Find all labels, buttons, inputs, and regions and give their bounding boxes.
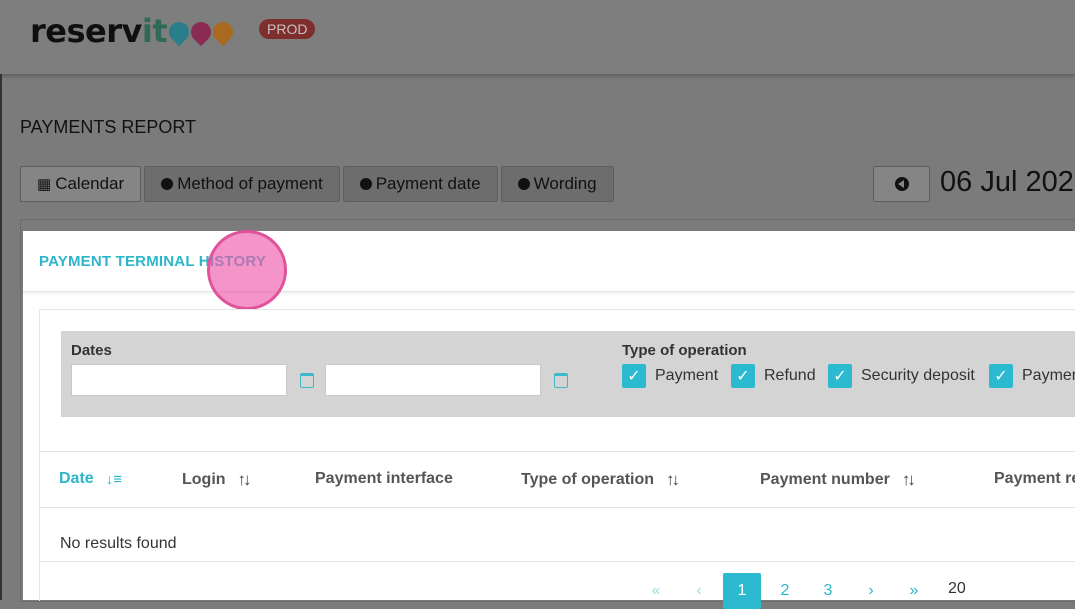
next-page-button[interactable]: › — [852, 573, 890, 609]
tab-label: Payment date — [375, 174, 481, 193]
table-header: Date ↓≡ Login ↑↓ Payment interface Type of… — [40, 451, 1075, 508]
tab-label: Wording — [533, 174, 597, 193]
filters-panel: Dates Type of operation ✓ Payment ✓ Refu… — [61, 331, 1075, 417]
page-1-button[interactable]: 1 — [723, 573, 761, 609]
tab-method-of-payment[interactable]: Method of payment — [144, 166, 340, 202]
checkbox-label: Refund — [764, 367, 816, 384]
checkbox-payment-other[interactable]: ✓ Paymer — [989, 364, 1075, 388]
last-page-button[interactable]: » — [895, 573, 933, 609]
checkbox-label: Security deposit — [861, 367, 975, 384]
checkbox-label: Paymer — [1022, 367, 1075, 384]
modal-body: Dates Type of operation ✓ Payment ✓ Refu… — [39, 309, 1075, 609]
reservit-logo[interactable]: reservit — [30, 12, 238, 50]
calendar-icon[interactable] — [300, 373, 314, 388]
column-payment-number[interactable]: Payment number ↑↓ — [760, 470, 916, 490]
sort-icon[interactable]: ↑↓ — [902, 470, 916, 490]
payment-terminal-history-modal: PAYMENT TERMINAL HISTORY Dates Type of o… — [23, 230, 1075, 609]
logo-pins-icon — [164, 17, 238, 47]
chevron-down-circle-icon — [161, 178, 174, 190]
app-header: reservit PROD — [0, 0, 1075, 74]
left-edge — [0, 74, 2, 600]
sort-icon[interactable]: ↑↓ — [238, 470, 252, 490]
calendar-icon[interactable] — [554, 373, 568, 388]
column-type-of-operation[interactable]: Type of operation ↑↓ — [521, 470, 680, 490]
modal-header: PAYMENT TERMINAL HISTORY — [23, 230, 1075, 310]
tab-label: Calendar — [55, 174, 125, 193]
chevron-down-circle-icon — [517, 178, 530, 190]
report-tabs: ▦ Calendar Method of payment Payment dat… — [20, 166, 614, 202]
sort-desc-icon[interactable]: ↓≡ — [106, 471, 122, 488]
checkmark-icon: ✓ — [622, 364, 646, 388]
first-page-button[interactable]: « — [637, 573, 675, 609]
checkmark-icon: ✓ — [731, 364, 755, 388]
click-highlight — [207, 230, 287, 310]
checkbox-refund[interactable]: ✓ Refund — [731, 364, 816, 388]
prev-date-button[interactable] — [873, 166, 930, 202]
type-of-operation-label: Type of operation — [622, 342, 747, 359]
checkmark-icon: ✓ — [989, 364, 1013, 388]
page-2-button[interactable]: 2 — [766, 573, 804, 609]
tab-wording[interactable]: Wording — [500, 166, 614, 202]
checkmark-icon: ✓ — [828, 364, 852, 388]
checkbox-security-deposit[interactable]: ✓ Security deposit — [828, 364, 975, 388]
logo-text: reservit — [30, 12, 168, 50]
env-badge: PROD — [259, 19, 316, 39]
divider — [40, 561, 1075, 562]
pagination: « ‹ 1 2 3 › » — [637, 573, 938, 609]
tab-payment-date[interactable]: Payment date — [342, 166, 498, 202]
empty-table-message: No results found — [60, 535, 177, 552]
page-3-button[interactable]: 3 — [809, 573, 847, 609]
column-payment-interface: Payment interface — [315, 470, 453, 487]
tab-calendar[interactable]: ▦ Calendar — [20, 166, 142, 202]
dates-label: Dates — [71, 342, 112, 359]
sort-icon[interactable]: ↑↓ — [666, 470, 680, 490]
date-from-input[interactable] — [71, 364, 287, 396]
page-title: PAYMENTS REPORT — [20, 117, 197, 137]
date-to-input[interactable] — [325, 364, 541, 396]
column-date[interactable]: Date ↓≡ — [59, 470, 122, 488]
tab-label: Method of payment — [177, 174, 323, 193]
column-login[interactable]: Login ↑↓ — [182, 470, 252, 490]
chevron-down-circle-icon — [359, 178, 372, 190]
prev-page-button[interactable]: ‹ — [680, 573, 718, 609]
chevron-left-circle-icon — [894, 177, 909, 191]
checkbox-payment[interactable]: ✓ Payment — [622, 364, 718, 388]
column-payment-reference: Payment re — [994, 470, 1075, 487]
page-size-select[interactable]: 20 — [948, 580, 966, 598]
current-date: 06 Jul 202 — [940, 166, 1074, 198]
checkbox-label: Payment — [655, 367, 719, 384]
calendar-icon: ▦ — [37, 176, 52, 193]
